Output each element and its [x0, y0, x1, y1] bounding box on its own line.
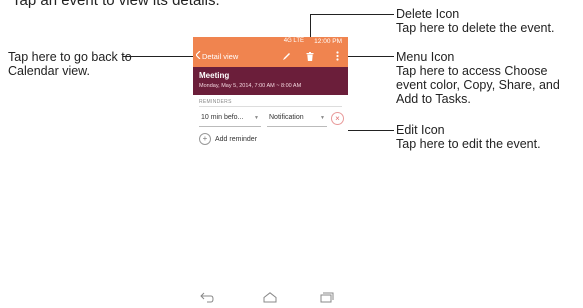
callout-menu-sep3: , and [532, 78, 560, 92]
menu-option-add-to-tasks: Add to Tasks [396, 92, 468, 106]
status-time: 12:00 PM [314, 38, 342, 45]
event-datetime: Monday, May 5, 2014, 7:00 AM ~ 8:00 AM [199, 83, 302, 89]
callout-menu-end: . [467, 92, 471, 106]
reminders-label: REMINDERS [199, 99, 232, 105]
nav-back-icon[interactable] [200, 290, 214, 303]
event-title: Meeting [199, 71, 230, 80]
remove-icon[interactable]: × [331, 112, 344, 125]
reminder-type-select[interactable]: Notification ▼ [267, 111, 327, 127]
plus-icon: + [199, 133, 211, 145]
trash-icon[interactable] [304, 50, 316, 62]
nav-recents-icon[interactable] [320, 290, 334, 303]
signal-indicator: 4G LTE [283, 38, 304, 44]
overflow-menu-icon[interactable] [331, 50, 343, 62]
status-bar: 4G LTE 12:00 PM [193, 37, 348, 47]
intro-text: Tap an event to view its details. [12, 0, 220, 9]
leader-line-delete [310, 14, 394, 15]
callout-delete-title: Delete Icon [396, 7, 460, 21]
menu-option-copy: Copy [463, 78, 492, 92]
callout-menu-desc-pre: Tap here to access [396, 64, 505, 78]
menu-option-share: Share [498, 78, 532, 92]
reminders-divider [199, 106, 342, 107]
event-header: Meeting Monday, May 5, 2014, 7:00 AM ~ 8… [193, 67, 348, 95]
add-reminder-label: Add reminder [215, 135, 258, 143]
back-to-calendar-button[interactable]: Detail view [195, 50, 239, 61]
callout-delete-desc: Tap here to delete the event. [396, 21, 555, 35]
pencil-icon[interactable] [280, 50, 292, 62]
action-bar-title: Detail view [202, 51, 239, 61]
callout-menu: Menu Icon Tap here to access Choose even… [396, 50, 578, 106]
reminder-type-value: Notification [269, 114, 304, 121]
phone-screen: 4G LTE 12:00 PM Detail view Meeting Mond… [193, 37, 348, 155]
callout-edit: Edit Icon Tap here to edit the event. [396, 123, 576, 151]
dropdown-arrow-icon: ▼ [254, 115, 259, 121]
callout-edit-title: Edit Icon [396, 123, 445, 137]
back-chevron-icon [195, 50, 201, 61]
leader-line-menu [342, 56, 394, 57]
callout-menu-sep2: , [491, 78, 499, 92]
callout-delete: Delete Icon Tap here to delete the event… [396, 7, 576, 35]
dropdown-arrow-icon: ▼ [320, 115, 325, 121]
nav-home-icon[interactable] [263, 290, 277, 303]
callout-back-text: Tap here to go back to Calendar view. [8, 50, 132, 78]
reminder-time-select[interactable]: 10 min befo... ▼ [199, 111, 261, 127]
add-reminder-button[interactable]: + Add reminder [199, 133, 257, 145]
navigation-bar [200, 290, 340, 303]
callout-menu-title: Menu Icon [396, 50, 455, 64]
callout-back: Tap here to go back to Calendar view. [8, 50, 138, 78]
action-bar: Detail view [193, 47, 348, 67]
leader-line-back [123, 56, 195, 57]
reminder-time-value: 10 min befo... [201, 114, 244, 121]
callout-edit-desc: Tap here to edit the event. [396, 137, 541, 151]
